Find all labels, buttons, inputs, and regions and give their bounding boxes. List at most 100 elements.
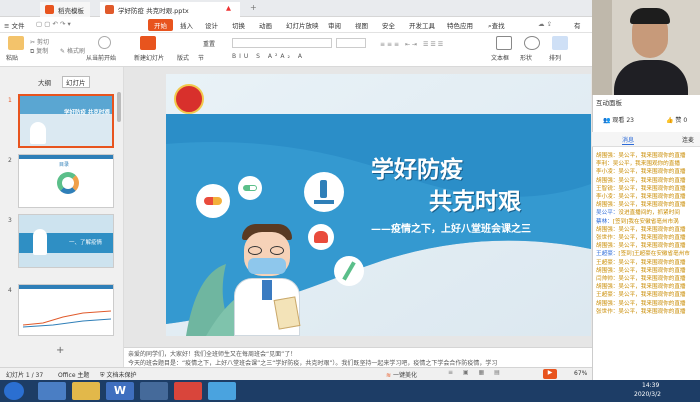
shape-button[interactable]: 形状: [520, 53, 532, 62]
play-icon[interactable]: [98, 36, 111, 49]
tab-document[interactable]: 学好防疫 共克时艰.pptx ▲: [100, 2, 240, 17]
taskbar-wps-icon[interactable]: W: [106, 382, 134, 400]
chat-message: 王智锐：吴公平，我来围观你的直播: [596, 185, 700, 193]
tab-home[interactable]: 开始: [148, 19, 173, 31]
chat-text: 吴公平，我来围观你的直播: [618, 243, 686, 250]
chat-text: [签到]王超豪在安徽省亳州市: [618, 251, 690, 258]
shield-icon: ⛨: [100, 372, 105, 379]
beautify-button[interactable]: ≋ 一键美化: [386, 370, 417, 379]
tab-animation[interactable]: 动画: [259, 20, 272, 30]
taskbar-wps-ppt-icon[interactable]: [174, 382, 202, 400]
view-mode-icons[interactable]: ≡ ▣ ▦ ▤: [448, 369, 504, 376]
format-painter-label: 格式刷: [66, 48, 85, 55]
chat-text: 吴公平，我来围观你的直播: [618, 292, 686, 299]
chat-sender: 王超豪：: [596, 251, 619, 258]
users-icon: 👥: [603, 117, 611, 124]
taskbar-app2-icon[interactable]: [208, 382, 236, 400]
thumb-number: 3: [8, 217, 12, 224]
chat-message: 胡围强：吴公平，我来围观你的直播: [596, 152, 700, 160]
thumb-scrollbar[interactable]: [117, 92, 121, 122]
tab-slideshow[interactable]: 幻灯片放映: [286, 20, 319, 30]
quick-access-icons[interactable]: ▢ ▢ ↶ ↷ ▾: [36, 20, 71, 28]
slide-thumb-4[interactable]: [18, 284, 114, 336]
play-from-current-button[interactable]: 从当前开始: [86, 53, 116, 62]
tab-mic[interactable]: 连麦: [682, 135, 694, 144]
arrange-icon[interactable]: [552, 36, 568, 50]
chat-text: 吴公平，我来围观你的直播: [612, 161, 680, 168]
thumb-title: 目录: [59, 162, 70, 168]
tab-messages[interactable]: 消息: [622, 135, 635, 145]
chat-sender: 胡围强：: [596, 267, 619, 274]
tab-document-label: 学好防疫 共克时艰.pptx: [118, 7, 189, 15]
slide-thumb-2[interactable]: 目录: [18, 154, 114, 208]
font-name-dropdown[interactable]: [232, 38, 332, 48]
section-button[interactable]: 节: [198, 53, 204, 62]
tab-developer[interactable]: 开发工具: [409, 20, 435, 30]
toolbar-icons[interactable]: ☁ ⇪: [538, 20, 552, 28]
play-slideshow-button[interactable]: ▶: [543, 369, 557, 379]
new-slide-icon[interactable]: [140, 36, 156, 50]
shape-icon[interactable]: [524, 36, 540, 50]
format-painter-button[interactable]: ✎ 格式刷: [60, 46, 85, 55]
chat-sender: 胡围强：: [596, 226, 619, 233]
file-menu[interactable]: ≡ 文件: [4, 20, 25, 30]
share-button[interactable]: 有: [574, 20, 581, 30]
tab-features[interactable]: 特色应用: [447, 20, 473, 30]
chat-text: 吴公平，我来围观你的直播: [618, 194, 686, 201]
tab-view[interactable]: 视图: [355, 20, 368, 30]
font-size-dropdown[interactable]: [336, 38, 366, 48]
taskbar-ie-icon[interactable]: [38, 382, 66, 400]
doctor-illustration: [228, 224, 306, 336]
chat-message: 张世作：吴公平，我来围观你的直播: [596, 308, 700, 316]
beautify-label: 一键美化: [392, 372, 417, 379]
tab-transition[interactable]: 切换: [232, 20, 245, 30]
like-count: 👍 赞 0: [666, 115, 687, 124]
outline-tab[interactable]: 大纲: [38, 77, 51, 87]
chat-sender: 胡围强：: [596, 153, 619, 159]
chat-text: 吴公平，我来围观你的直播: [618, 185, 686, 192]
add-slide-icon[interactable]: +: [56, 345, 64, 356]
chat-sender: 李利：: [596, 161, 613, 168]
speaker-notes[interactable]: 亲爱的同学们，大家好！我们全班师生又在每周班会“见面”了！ 今天的班会题目是：“…: [124, 347, 592, 367]
thumb-number: 1: [8, 97, 12, 104]
thumb-title: 一、了解疫情: [69, 240, 103, 246]
start-button[interactable]: [4, 382, 24, 400]
textbox-button[interactable]: 文本框: [491, 53, 509, 62]
paste-icon[interactable]: [8, 36, 24, 50]
likes-label: 赞: [675, 117, 682, 124]
search-box[interactable]: ⌕查找: [488, 20, 505, 31]
slide-thumb-3[interactable]: 一、了解疫情: [18, 214, 114, 268]
thumb-header-bar: [19, 285, 113, 289]
arrange-button[interactable]: 排列: [549, 53, 561, 62]
tab-review[interactable]: 审阅: [328, 20, 341, 30]
textbox-icon[interactable]: [496, 36, 512, 50]
cut-button[interactable]: ✂ 剪切: [30, 37, 49, 46]
slides-tab[interactable]: 幻灯片: [62, 76, 90, 88]
warning-icon[interactable]: ▲: [226, 4, 231, 12]
taskbar-app-icon[interactable]: [140, 382, 168, 400]
tab-security[interactable]: 安全: [382, 20, 395, 30]
paragraph-buttons[interactable]: ≡≡≡ ⇤⇥ ☰☰☰: [380, 41, 445, 48]
new-tab-icon[interactable]: +: [250, 3, 257, 12]
main-slide[interactable]: 学好防疫 共克时艰 ——疫情之下，上好八堂班会课之三: [166, 74, 591, 336]
tab-insert[interactable]: 插入: [180, 20, 193, 30]
zoom-level[interactable]: 67%: [574, 370, 587, 377]
tab-design[interactable]: 设计: [205, 20, 218, 30]
copy-button[interactable]: ⧉ 复制: [30, 46, 48, 56]
chat-sender: 李小凌：: [596, 194, 619, 201]
chat-message: 胡围强：吴公平，我来围观你的直播: [596, 283, 700, 291]
taskbar-explorer-icon[interactable]: [72, 382, 100, 400]
ribbon-toolbar: 粘贴 ✂ 剪切 ⧉ 复制 ✎ 格式刷 从当前开始 新建幻灯片 版式 节 重置 B…: [0, 33, 592, 67]
paste-button[interactable]: 粘贴: [6, 53, 18, 62]
tab-daoke[interactable]: 稻壳模板: [40, 2, 90, 17]
reset-button[interactable]: 重置: [203, 39, 215, 48]
slide-thumb-1[interactable]: 学好防疫 共克时艰: [18, 94, 114, 148]
protect-status[interactable]: ⛨ 文档未保护: [100, 370, 136, 380]
chat-text: 吴公平，我来围观你的直播: [618, 177, 686, 184]
slide-title-line1: 学好防疫: [371, 157, 463, 183]
font-style-buttons[interactable]: BIU S A²A₂ A: [232, 53, 305, 60]
new-slide-button[interactable]: 新建幻灯片: [134, 53, 164, 62]
chat-message: 胡围强：吴公平，我来围观你的直播: [596, 300, 700, 308]
layout-button[interactable]: 版式: [177, 53, 189, 62]
theme-name: Office 主题: [58, 372, 90, 379]
